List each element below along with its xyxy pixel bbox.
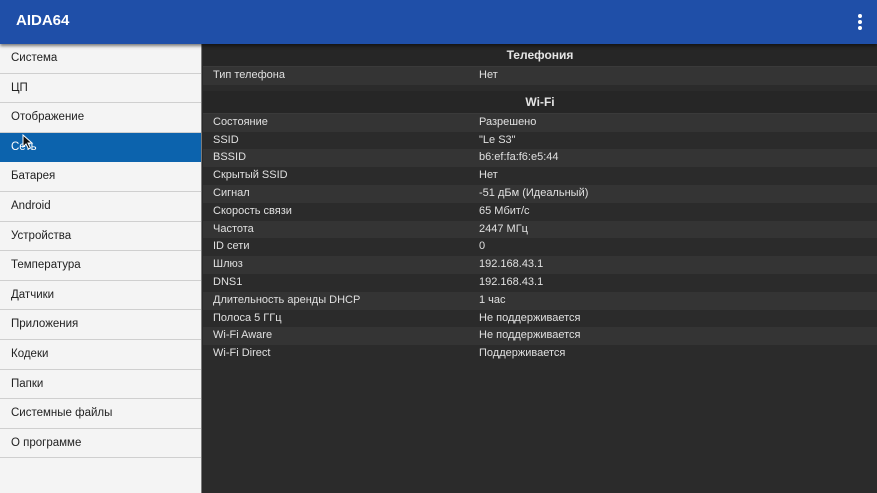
details-panel: Телефония Тип телефона Нет Wi-Fi Состоян… [203,44,877,493]
row-value: 1 час [479,293,506,306]
row-value: 65 Мбит/с [479,204,530,217]
info-row: ID сети 0 [203,238,877,256]
row-label: Полоса 5 ГГц [213,311,282,324]
app-title: AIDA64 [16,12,70,29]
row-label: Сигнал [213,186,250,199]
row-label: Тип телефона [213,69,285,81]
row-label: Частота [213,222,254,235]
row-label: Wi-Fi Direct [213,347,271,360]
row-value: Разрешено [479,115,537,128]
row-value: Поддерживается [479,347,566,360]
info-row: Тип телефона Нет [203,67,877,85]
info-row: Скорость связи 65 Мбит/с [203,203,877,221]
sidebar: Система ЦП Отображение Сеть Батарея Andr… [0,44,202,493]
sidebar-item-folders[interactable]: Папки [0,370,201,400]
info-row: Частота 2447 МГц [203,220,877,239]
sidebar-item-codecs[interactable]: Кодеки [0,340,201,370]
sidebar-item-battery[interactable]: Батарея [0,162,201,192]
row-value: Не поддерживается [479,311,581,324]
row-label: BSSID [213,151,247,164]
sidebar-item-sensors[interactable]: Датчики [0,281,201,311]
section-header-wifi: Wi-Fi [203,90,877,114]
sidebar-item-system[interactable]: Система [0,44,201,74]
info-row: DNS1 192.168.43.1 [203,274,877,292]
more-vert-icon[interactable] [857,14,863,30]
section-header-telephony: Телефония [203,44,877,67]
sidebar-item-cpu[interactable]: ЦП [0,74,201,104]
row-value: 0 [479,240,486,253]
sidebar-item-about[interactable]: О программе [0,429,201,459]
row-value: 192.168.43.1 [479,275,544,288]
mouse-cursor-icon [22,134,34,150]
row-value: -51 дБм (Идеальный) [479,186,589,199]
row-value: Не поддерживается [479,329,581,342]
row-label: Wi-Fi Aware [213,329,273,342]
row-label: Скорость связи [213,204,292,217]
sidebar-item-display[interactable]: Отображение [0,103,201,133]
app-window: AIDA64 Система ЦП Отображение Сеть Батар… [0,0,877,493]
row-label: Состояние [213,115,268,128]
row-label: ID сети [213,240,250,253]
sidebar-item-system-files[interactable]: Системные файлы [0,399,201,429]
row-value: Нет [479,69,498,81]
info-row: BSSID b6:ef:fa:f6:e5:44 [203,149,877,168]
info-row: Шлюз 192.168.43.1 [203,256,877,274]
info-row: Полоса 5 ГГц Не поддерживается [203,310,877,328]
row-value: "Le S3" [479,133,516,146]
row-label: DNS1 [213,275,243,288]
row-label: SSID [213,133,239,146]
sidebar-item-apps[interactable]: Приложения [0,310,201,340]
row-label: Шлюз [213,258,243,271]
info-row: Сигнал -51 дБм (Идеальный) [203,184,877,203]
sidebar-item-android[interactable]: Android [0,192,201,222]
info-row: Состояние Разрешено [203,113,877,132]
row-label: Скрытый SSID [213,169,288,182]
info-row: SSID "Le S3" [203,132,877,150]
row-value: 192.168.43.1 [479,258,544,271]
info-row: Wi-Fi Aware Не поддерживается [203,327,877,346]
row-value: Нет [479,169,498,182]
row-value: 2447 МГц [479,222,528,235]
info-row: Скрытый SSID Нет [203,167,877,185]
info-row: Wi-Fi Direct Поддерживается [203,345,877,363]
app-bar: AIDA64 [0,0,877,44]
sidebar-item-temperature[interactable]: Температура [0,251,201,281]
sidebar-item-devices[interactable]: Устройства [0,222,201,252]
info-row: Длительность аренды DHCP 1 час [203,291,877,310]
row-value: b6:ef:fa:f6:e5:44 [479,151,559,164]
row-label: Длительность аренды DHCP [213,293,361,306]
